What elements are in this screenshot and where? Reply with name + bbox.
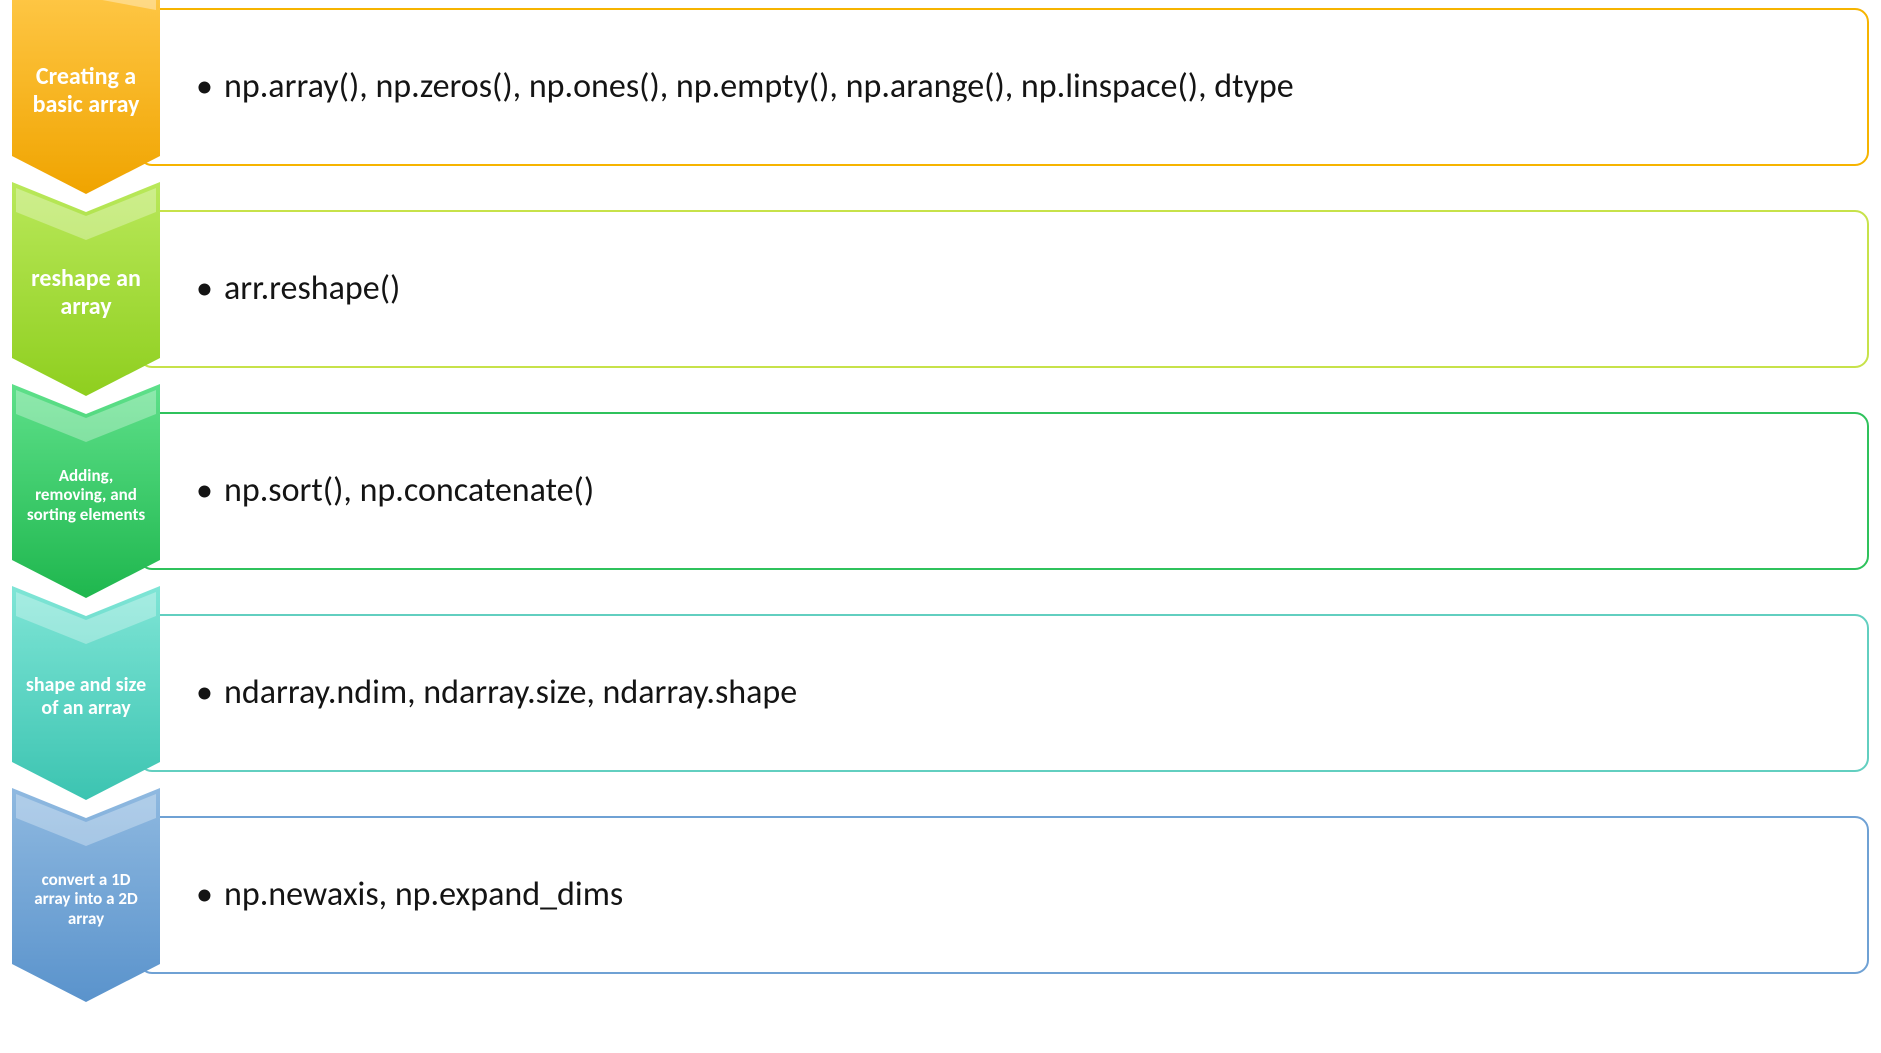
content-text: arr.reshape() — [196, 266, 400, 312]
content-text: np.newaxis, np.expand_dims — [196, 872, 623, 918]
diagram-row: Creating a basic array np.array(), np.ze… — [12, 8, 1869, 166]
chevron-label: Adding, removing, and sorting elements — [22, 466, 150, 525]
chevron-label: convert a 1D array into a 2D array — [22, 870, 150, 929]
content-box: np.sort(), np.concatenate() — [138, 412, 1869, 570]
diagram-row: convert a 1D array into a 2D array np.ne… — [12, 816, 1869, 974]
chevron-shape: convert a 1D array into a 2D array — [12, 816, 160, 974]
chevron-shape: reshape an array — [12, 210, 160, 368]
smartart-vertical-chevron-list: Creating a basic array np.array(), np.ze… — [12, 8, 1869, 974]
content-text: np.array(), np.zeros(), np.ones(), np.em… — [196, 64, 1294, 110]
content-box: arr.reshape() — [138, 210, 1869, 368]
chevron-shape: Creating a basic array — [12, 8, 160, 166]
chevron-label: Creating a basic array — [22, 63, 150, 118]
chevron-shape: shape and size of an array — [12, 614, 160, 772]
content-box: ndarray.ndim, ndarray.size, ndarray.shap… — [138, 614, 1869, 772]
content-box: np.newaxis, np.expand_dims — [138, 816, 1869, 974]
diagram-row: shape and size of an array ndarray.ndim,… — [12, 614, 1869, 772]
chevron-shape: Adding, removing, and sorting elements — [12, 412, 160, 570]
diagram-row: reshape an array arr.reshape() — [12, 210, 1869, 368]
content-text: np.sort(), np.concatenate() — [196, 468, 594, 514]
chevron-label: shape and size of an array — [22, 674, 150, 720]
chevron-label: reshape an array — [22, 265, 150, 320]
content-box: np.array(), np.zeros(), np.ones(), np.em… — [138, 8, 1869, 166]
diagram-row: Adding, removing, and sorting elements n… — [12, 412, 1869, 570]
content-text: ndarray.ndim, ndarray.size, ndarray.shap… — [196, 670, 797, 716]
